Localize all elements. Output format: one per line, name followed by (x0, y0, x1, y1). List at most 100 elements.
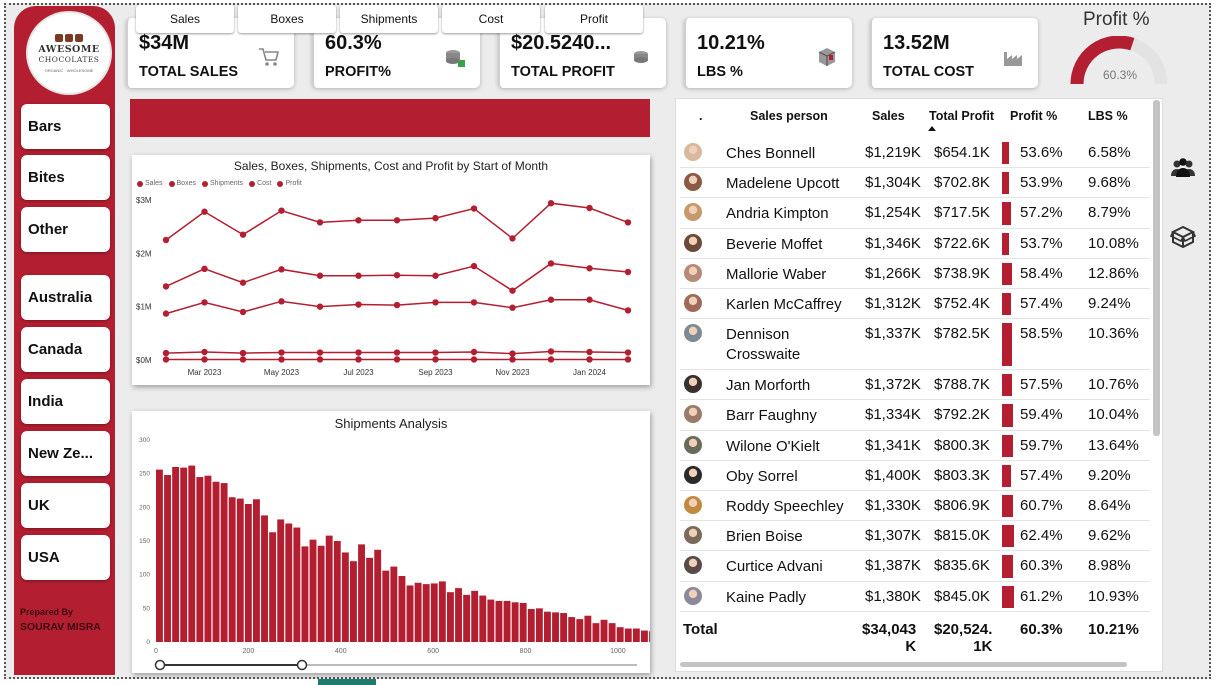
tab-sales[interactable]: Sales (136, 5, 234, 33)
histogram-bar[interactable] (261, 515, 268, 642)
data-point[interactable] (470, 205, 478, 212)
data-point[interactable] (278, 298, 285, 305)
histogram-bar[interactable] (576, 619, 584, 642)
histogram-bar[interactable] (188, 465, 196, 642)
data-point[interactable] (509, 350, 516, 357)
histogram-bar[interactable] (560, 613, 568, 642)
histogram-bar[interactable] (301, 546, 309, 642)
histogram-bar[interactable] (624, 628, 632, 642)
histogram-bar[interactable] (616, 627, 624, 642)
histogram-bar[interactable] (180, 467, 188, 642)
data-point[interactable] (355, 217, 362, 224)
table-row[interactable]: Mallorie Waber $1,266K $738.9K 58.4% 12.86% (680, 259, 1150, 289)
data-point[interactable] (432, 349, 439, 356)
col-header-sales[interactable]: Sales (872, 109, 905, 123)
table-row[interactable]: Barr Faughny $1,334K $792.2K 59.4% 10.04% (680, 400, 1150, 431)
data-point[interactable] (547, 260, 555, 267)
table-row[interactable]: Andria Kimpton $1,254K $717.5K 57.2% 8.79% (680, 198, 1150, 229)
filter-other-button[interactable]: Other (21, 207, 110, 252)
histogram-bar[interactable] (519, 602, 527, 642)
histogram-bar[interactable] (438, 581, 446, 642)
filter-new-zealand-button[interactable]: New Ze... (21, 431, 110, 476)
histogram-bar[interactable] (584, 615, 592, 642)
table-row[interactable]: Wilone O'Kielt $1,341K $800.3K 59.7% 13.64% (680, 431, 1150, 461)
data-point[interactable] (547, 200, 555, 207)
histogram-bar[interactable] (390, 566, 398, 642)
col-header-dot[interactable]: . (699, 109, 702, 123)
histogram-bar[interactable] (527, 609, 535, 642)
data-point[interactable] (509, 304, 516, 311)
histogram-bar[interactable] (172, 466, 180, 642)
filter-canada-button[interactable]: Canada (21, 327, 110, 372)
data-point[interactable] (624, 356, 632, 363)
histogram-bar[interactable] (341, 552, 349, 642)
data-point[interactable] (393, 356, 401, 363)
data-point[interactable] (509, 235, 516, 242)
histogram-bar[interactable] (374, 549, 382, 642)
data-point[interactable] (432, 356, 439, 363)
data-point[interactable] (316, 219, 324, 226)
histogram-bar[interactable] (156, 469, 163, 642)
table-row[interactable]: Oby Sorrel $1,400K $803.3K 57.4% 9.20% (680, 461, 1150, 491)
histogram-bar[interactable] (495, 600, 503, 642)
histogram-bar[interactable] (535, 608, 543, 642)
data-point[interactable] (547, 356, 555, 363)
data-point[interactable] (278, 207, 285, 214)
data-point[interactable] (470, 348, 478, 356)
data-point[interactable] (470, 356, 478, 363)
table-row[interactable]: Karlen McCaffrey $1,312K $752.4K 57.4% 9.24% (680, 289, 1150, 320)
histogram-bar[interactable] (414, 582, 422, 642)
histogram-bar[interactable] (641, 630, 648, 642)
histogram-bar[interactable] (204, 475, 212, 642)
histogram-bar[interactable] (471, 590, 479, 642)
data-point[interactable] (278, 349, 285, 356)
data-point[interactable] (239, 231, 247, 238)
range-slider-handle[interactable] (296, 659, 308, 671)
histogram-bar[interactable] (463, 594, 471, 642)
histogram-bar[interactable] (382, 570, 390, 642)
filter-india-button[interactable]: India (21, 379, 110, 424)
data-point[interactable] (393, 349, 401, 356)
histogram-bar[interactable] (406, 585, 414, 642)
data-point[interactable] (201, 348, 208, 356)
data-point[interactable] (470, 299, 478, 306)
data-point[interactable] (239, 308, 247, 316)
col-header-lbs-pct[interactable]: LBS % (1088, 109, 1128, 123)
data-point[interactable] (355, 272, 362, 279)
data-point[interactable] (355, 349, 362, 356)
histogram-bar[interactable] (592, 623, 600, 642)
histogram-bar[interactable] (608, 623, 616, 642)
histogram-bar[interactable] (358, 544, 365, 642)
table-row[interactable]: Roddy Speechley $1,330K $806.9K 60.7% 8.64% (680, 491, 1150, 522)
data-point[interactable] (316, 272, 324, 279)
data-point[interactable] (586, 356, 593, 363)
data-point[interactable] (201, 356, 208, 363)
histogram-bar[interactable] (244, 503, 252, 642)
table-row[interactable]: Dennison Crosswaite $1,337K $782.5K 58.5% 10… (680, 319, 1150, 371)
data-point[interactable] (316, 349, 324, 356)
filter-australia-button[interactable]: Australia (21, 275, 110, 320)
histogram-bar[interactable] (632, 628, 640, 642)
histogram-bar[interactable] (269, 532, 277, 642)
histogram-bar[interactable] (511, 602, 519, 642)
data-point[interactable] (432, 214, 439, 222)
table-vertical-scrollbar[interactable] (1153, 100, 1160, 436)
histogram-bar[interactable] (479, 595, 487, 642)
histogram-bar[interactable] (293, 527, 301, 642)
data-point[interactable] (624, 219, 632, 226)
table-horizontal-scrollbar[interactable] (680, 662, 1127, 667)
histogram-bar[interactable] (285, 523, 293, 642)
histogram-bar[interactable] (325, 535, 333, 642)
histogram-bar[interactable] (350, 561, 357, 642)
col-header-total-profit[interactable]: Total Profit (929, 109, 994, 123)
histogram-bar[interactable] (277, 519, 285, 642)
data-point[interactable] (316, 356, 324, 363)
histogram-bar[interactable] (228, 497, 236, 642)
filter-bites-button[interactable]: Bites (21, 155, 110, 200)
data-point[interactable] (162, 283, 170, 290)
table-row[interactable]: Kaine Padly $1,380K $845.0K 61.2% 10.93% (680, 582, 1150, 612)
col-header-profit-pct[interactable]: Profit % (1010, 109, 1057, 123)
open-box-icon[interactable] (1169, 222, 1197, 250)
data-point[interactable] (586, 265, 593, 272)
tab-profit[interactable]: Profit (545, 5, 643, 33)
